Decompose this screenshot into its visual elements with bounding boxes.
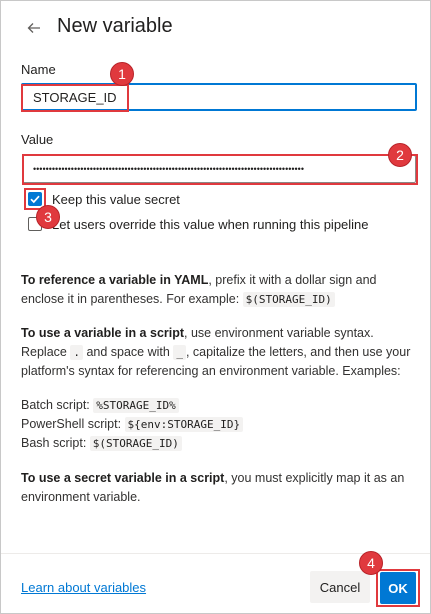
yaml-help-bold: To reference a variable in YAML [21,273,209,287]
batch-label: Batch script: [21,398,94,412]
dot-code: . [70,345,83,360]
annotation-badge-1: 1 [110,62,134,86]
ok-button[interactable]: OK [380,572,416,604]
powershell-label: PowerShell script: [21,417,125,431]
yaml-code: $(STORAGE_ID) [242,292,335,307]
name-label: Name [21,62,56,77]
yaml-help-text: To reference a variable in YAML, prefix … [21,271,416,309]
powershell-example: PowerShell script: ${env:STORAGE_ID} [21,415,416,434]
keep-secret-checkbox[interactable] [28,192,42,206]
override-label: Let users override this value when runni… [52,217,369,232]
checkmark-icon [30,195,40,204]
script-examples: Batch script: %STORAGE_ID% PowerShell sc… [21,396,416,453]
script-help-text: To use a variable in a script, use envir… [21,324,416,381]
value-highlight-box [22,154,418,185]
secret-help-text: To use a secret variable in a script, yo… [21,469,416,507]
batch-code: %STORAGE_ID% [93,398,179,413]
value-label: Value [21,132,54,147]
script-help-body-2: and space with [82,345,174,359]
cancel-button[interactable]: Cancel [310,571,370,603]
back-arrow-icon[interactable] [24,18,44,38]
powershell-code: ${env:STORAGE_ID} [124,417,244,432]
name-highlight-box [21,84,129,112]
panel-title: New variable [57,15,173,37]
underscore-code: _ [173,345,186,360]
annotation-badge-3: 3 [36,205,60,229]
batch-example: Batch script: %STORAGE_ID% [21,396,416,415]
annotation-badge-4: 4 [359,551,383,575]
bash-example: Bash script: $(STORAGE_ID) [21,434,416,453]
annotation-badge-2: 2 [388,143,412,167]
keep-secret-label: Keep this value secret [52,192,180,207]
bash-code: $(STORAGE_ID) [89,436,182,451]
secret-help-bold: To use a secret variable in a script [21,471,225,485]
learn-about-variables-link[interactable]: Learn about variables [21,580,146,595]
script-help-bold: To use a variable in a script [21,326,185,340]
bash-label: Bash script: [21,436,90,450]
